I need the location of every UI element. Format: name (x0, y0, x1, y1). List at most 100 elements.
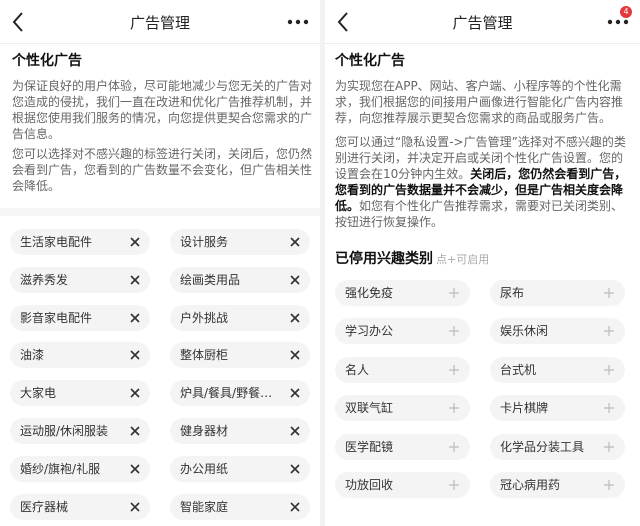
close-icon (290, 313, 300, 323)
interest-tag[interactable]: 大家电 (10, 380, 150, 407)
plus-icon (604, 441, 614, 452)
disabled-interest-tag[interactable]: 台式机 (490, 356, 625, 383)
interest-tag[interactable]: 整体厨柜 (170, 342, 310, 369)
plus-icon (449, 403, 459, 414)
notification-badge: 4 (620, 6, 632, 18)
tag-label: 台式机 (500, 362, 537, 377)
disabled-interest-tag[interactable]: 功放回收 (335, 472, 470, 498)
interest-tag[interactable]: 医疗器械 (10, 493, 150, 520)
section-title: 个性化广告 (335, 53, 405, 69)
disabled-interest-tag[interactable]: 名人 (335, 356, 470, 383)
plus-icon (449, 288, 459, 298)
disabled-interest-tag[interactable]: 娱乐休闲 (490, 318, 625, 345)
intro-paragraph: 为保证良好的用户体验，尽可能地减少与您无关的广告对您造成的侵扰，我们一直在改进和… (12, 79, 313, 141)
disabled-hint: 点+可启用 (436, 253, 490, 266)
tag-label: 名人 (345, 362, 370, 377)
tag-label: 炉具/餐具/野餐烧... (180, 386, 276, 401)
plus-icon (449, 326, 459, 337)
tag-label: 强化免疫 (345, 286, 394, 300)
tag-label: 化学品分装工具 (500, 439, 585, 454)
plus-icon (604, 364, 614, 375)
intro-paragraph: 为实现您在APP、网站、客户端、小程序等的个性化需求，我们根据您的间接用户画像进… (335, 79, 624, 125)
close-icon (130, 237, 140, 247)
close-icon (130, 464, 140, 474)
tag-label: 滋养秀发 (20, 272, 69, 287)
tag-label: 婚纱/旗袍/礼服 (20, 461, 101, 476)
interest-tag[interactable]: 生活家电配件 (10, 229, 150, 255)
interest-tag[interactable]: 设计服务 (170, 229, 310, 255)
tag-label: 娱乐休闲 (500, 324, 549, 339)
close-icon (290, 275, 300, 285)
left-screen: 广告管理 个性化广告 为保证良好的用户体验，尽可能地减少与您无关的广告对您造成的… (0, 0, 320, 526)
close-icon (290, 388, 300, 398)
close-icon (130, 502, 140, 512)
info-paragraph: 您可以选择对不感兴趣的标签进行关闭，关闭后，您仍然会看到广告，您看到的广告数量不… (12, 147, 313, 193)
close-icon (130, 275, 140, 285)
tag-label: 设计服务 (180, 235, 229, 249)
tag-label: 绘画类用品 (180, 272, 241, 287)
disabled-interest-tag[interactable]: 双联气缸 (335, 395, 470, 422)
tag-label: 双联气缸 (345, 401, 394, 416)
plus-icon (604, 403, 614, 414)
tag-label: 油漆 (20, 348, 45, 363)
plus-icon (604, 326, 614, 337)
interest-tag[interactable]: 智能家庭 (170, 493, 310, 520)
tag-label: 医学配镜 (345, 439, 394, 454)
interest-tag[interactable]: 健身器材 (170, 418, 310, 444)
tag-label: 学习办公 (345, 324, 394, 339)
divider (0, 208, 320, 216)
disabled-interest-tag[interactable]: 尿布 (490, 280, 625, 306)
interest-tag[interactable]: 绘画类用品 (170, 266, 310, 293)
disabled-interest-tag[interactable]: 化学品分装工具 (490, 433, 625, 460)
disabled-interest-tag[interactable]: 冠心病用药 (490, 472, 625, 498)
interest-tag[interactable]: 婚纱/旗袍/礼服 (10, 455, 150, 482)
section-title: 个性化广告 (12, 53, 82, 69)
interest-tag[interactable]: 炉具/餐具/野餐烧... (170, 380, 310, 407)
close-icon (290, 464, 300, 474)
tag-label: 尿布 (500, 286, 525, 300)
close-icon (290, 350, 300, 360)
more-button[interactable]: 4 (606, 6, 632, 32)
plus-icon (604, 288, 614, 298)
disabled-interest-tag[interactable]: 学习办公 (335, 318, 470, 345)
more-dots-icon[interactable] (286, 12, 310, 32)
page-title: 广告管理 (452, 14, 513, 32)
tag-label: 冠心病用药 (500, 478, 561, 492)
close-icon (290, 237, 300, 247)
tag-label: 生活家电配件 (20, 235, 93, 249)
tag-label: 大家电 (20, 386, 57, 401)
interest-tag[interactable]: 油漆 (10, 342, 150, 369)
tag-label: 功放回收 (345, 478, 394, 492)
close-icon (290, 426, 300, 436)
close-icon (290, 502, 300, 512)
disabled-interest-tag[interactable]: 医学配镜 (335, 433, 470, 460)
tag-label: 健身器材 (180, 424, 229, 438)
close-icon (130, 426, 140, 436)
plus-icon (449, 480, 459, 490)
tag-label: 整体厨柜 (180, 348, 229, 363)
disabled-title-text: 已停用兴趣类别 (335, 251, 433, 267)
disabled-interest-tag[interactable]: 强化免疫 (335, 280, 470, 306)
tag-label: 医疗器械 (20, 499, 69, 514)
interest-tag[interactable]: 影音家电配件 (10, 304, 150, 331)
close-icon (130, 388, 140, 398)
nav-bar: 广告管理 (0, 0, 320, 44)
interest-tag[interactable]: 户外挑战 (170, 304, 310, 331)
close-icon (130, 313, 140, 323)
info-text-end: 如您有个性化广告推荐需求，需要对已关闭类别、按钮进行恢复操作。 (335, 199, 624, 229)
right-screen: 广告管理 4 个性化广告 为实现您在APP、网站、客户端、小程序等的个性化需求，… (325, 0, 640, 526)
plus-icon (449, 364, 459, 375)
tag-label: 卡片棋牌 (500, 401, 549, 416)
nav-bar: 广告管理 4 (325, 0, 640, 44)
interest-tag[interactable]: 运动服/休闲服装 (10, 418, 150, 444)
close-icon (130, 350, 140, 360)
disabled-interest-tag[interactable]: 卡片棋牌 (490, 395, 625, 422)
plus-icon (449, 441, 459, 452)
plus-icon (604, 480, 614, 490)
info-paragraph: 您可以通过“隐私设置->广告管理”选择对不感兴趣的类别进行关闭，并决定开启或关闭… (335, 134, 633, 230)
disabled-categories-title: 已停用兴趣类别 点+可启用 (335, 248, 489, 268)
interest-tag[interactable]: 滋养秀发 (10, 266, 150, 293)
page-title: 广告管理 (129, 14, 190, 32)
interest-tag[interactable]: 办公用纸 (170, 455, 310, 482)
tag-label: 运动服/休闲服装 (20, 424, 109, 438)
